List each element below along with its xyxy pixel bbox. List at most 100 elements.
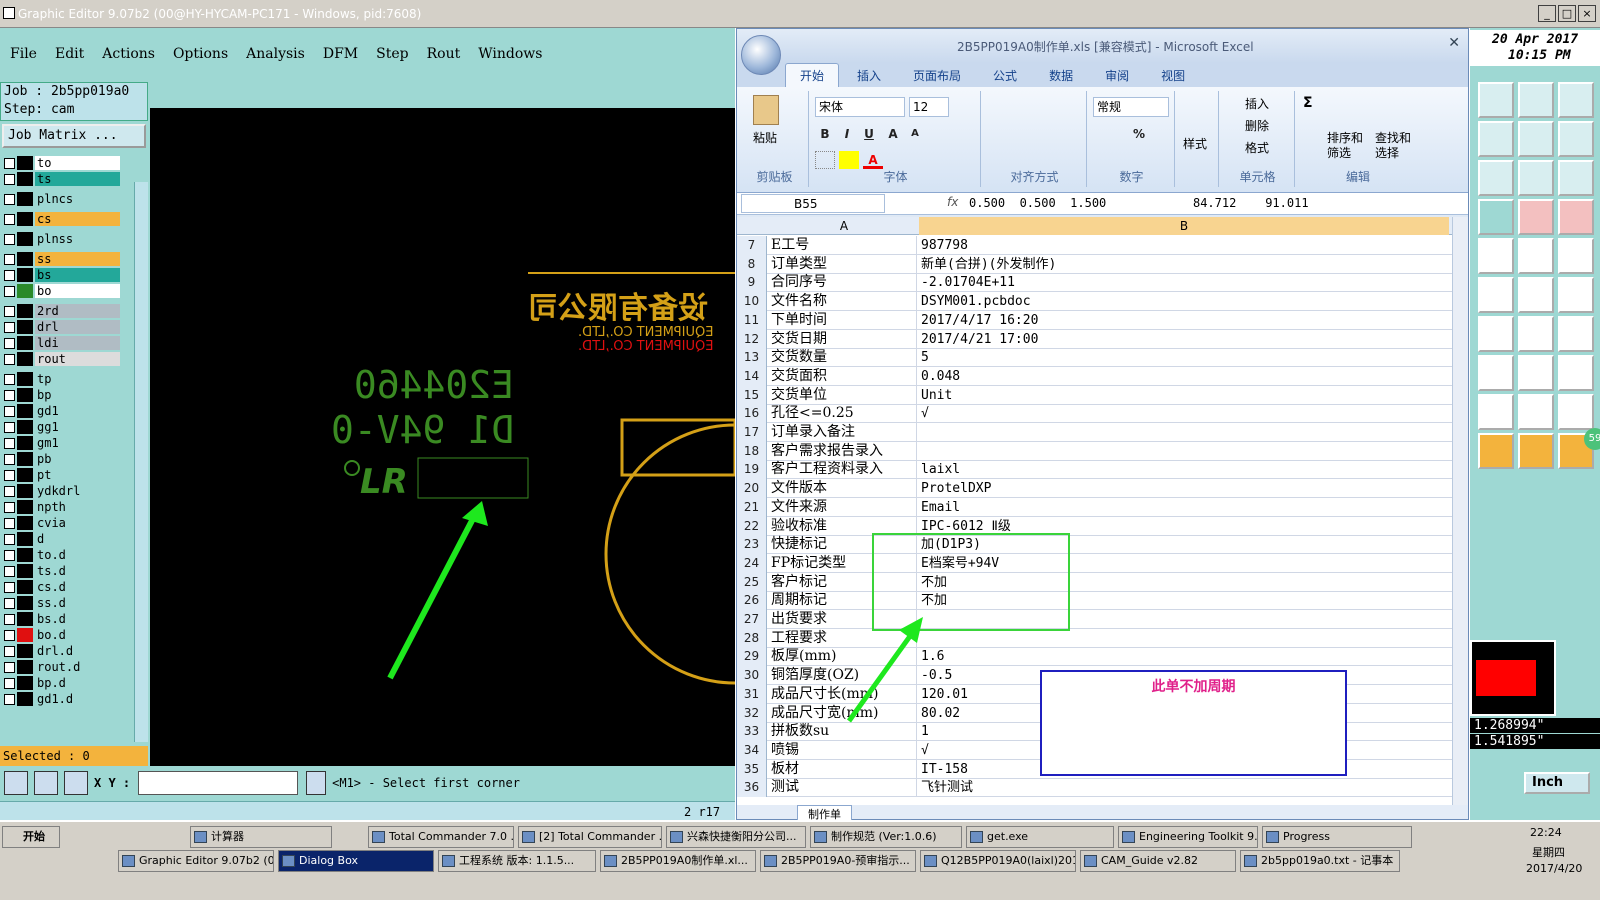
font-size-select[interactable]: 12	[909, 97, 949, 117]
cell-a[interactable]: 合同序号	[769, 273, 917, 293]
layer-checkbox[interactable]	[4, 285, 15, 297]
column-b-header[interactable]: B	[919, 217, 1449, 235]
job-matrix-button[interactable]: Job Matrix ...	[2, 124, 146, 148]
tool-button-2[interactable]	[1518, 82, 1554, 118]
tool-button-23[interactable]	[1518, 355, 1554, 391]
tool-button-27[interactable]	[1558, 394, 1594, 430]
layer-row-rout[interactable]: rout	[4, 352, 120, 366]
cell-b[interactable]: Unit	[919, 386, 1449, 405]
ribbon-tab[interactable]: 公式	[979, 64, 1031, 87]
cell-a[interactable]: 下单时间	[769, 310, 917, 330]
layer-checkbox[interactable]	[4, 485, 15, 497]
menu-rout[interactable]: Rout	[427, 46, 461, 62]
cell-b[interactable]	[919, 423, 1449, 442]
cell-a[interactable]: 文件名称	[769, 292, 917, 312]
row-number[interactable]: 34	[737, 740, 767, 760]
layer-name[interactable]: drl	[35, 320, 120, 334]
layer-name[interactable]: to.d	[35, 548, 120, 562]
cell-b[interactable]: ProtelDXP	[919, 479, 1449, 498]
cell-b[interactable]: laixl	[919, 460, 1449, 479]
format-button[interactable]: 格式	[1245, 139, 1269, 156]
cell-a[interactable]: 测试	[769, 778, 917, 798]
row-number[interactable]: 23	[737, 535, 767, 555]
notification-badge[interactable]: 59	[1584, 428, 1600, 450]
sum-icon[interactable]: Σ	[1303, 95, 1313, 111]
formula-content[interactable]: 0.500 0.500 1.500 84.712 91.011	[969, 196, 1309, 210]
taskbar-item[interactable]: Engineering Toolkit 9....	[1118, 826, 1258, 848]
layer-checkbox[interactable]	[4, 613, 15, 625]
cell-a[interactable]: 喷锡	[769, 740, 917, 760]
layer-name[interactable]: plncs	[35, 192, 120, 206]
layer-name[interactable]: ts.d	[35, 564, 120, 578]
taskbar-item[interactable]: 兴森快捷衡阳分公司...	[666, 826, 806, 848]
layer-checkbox[interactable]	[4, 405, 15, 417]
tool-button-25[interactable]	[1478, 394, 1514, 430]
layer-row-to.d[interactable]: to.d	[4, 548, 120, 562]
tool-button-26[interactable]	[1518, 394, 1554, 430]
taskbar-item[interactable]: Dialog Box	[278, 850, 434, 872]
cell-a[interactable]: 交货数量	[769, 348, 917, 368]
fill-color-button[interactable]	[839, 151, 859, 169]
layer-row-ts[interactable]: ts	[4, 172, 120, 186]
xy-input[interactable]	[138, 771, 299, 795]
minimize-button[interactable]: _	[1538, 5, 1556, 22]
taskbar-item[interactable]: [2] Total Commander ...	[518, 826, 662, 848]
layer-name[interactable]: bo	[35, 284, 120, 298]
layer-row-bo.d[interactable]: bo.d	[4, 628, 120, 642]
cell-a[interactable]: 工程要求	[769, 628, 917, 648]
cell-b[interactable]: 0.048	[919, 367, 1449, 386]
tray-clock[interactable]: 22:24	[1530, 826, 1562, 839]
row-number[interactable]: 16	[737, 404, 767, 424]
layer-checkbox[interactable]	[4, 645, 15, 657]
layer-row-plncs[interactable]: plncs	[4, 192, 120, 206]
row-number[interactable]: 24	[737, 553, 767, 573]
row-number[interactable]: 17	[737, 423, 767, 442]
layer-row-gd1[interactable]: gd1	[4, 404, 120, 418]
tool-button-13[interactable]	[1478, 238, 1514, 274]
tool-button-18[interactable]	[1558, 277, 1594, 313]
layer-checkbox[interactable]	[4, 565, 15, 577]
layer-checkbox[interactable]	[4, 549, 15, 561]
row-number[interactable]: 13	[737, 348, 767, 368]
taskbar-item[interactable]: 2B5PP019A0-预审指示...	[760, 850, 916, 872]
cell-a[interactable]: 交货单位	[769, 385, 917, 405]
layer-checkbox[interactable]	[4, 321, 15, 333]
menu-edit[interactable]: Edit	[55, 46, 84, 62]
tool-button-1[interactable]	[1478, 82, 1514, 118]
sort-button[interactable]: 排序和筛选	[1327, 131, 1367, 161]
layer-row-d[interactable]: d	[4, 532, 120, 546]
row-number[interactable]: 32	[737, 703, 767, 723]
layer-name[interactable]: npth	[35, 500, 120, 514]
layer-name[interactable]: gd1	[35, 404, 120, 418]
number-format-select[interactable]: 常规	[1093, 97, 1169, 117]
column-a-header[interactable]: A	[769, 217, 919, 235]
paste-button[interactable]: 粘贴	[753, 129, 777, 146]
cell-a[interactable]: 订单录入备注	[769, 423, 917, 442]
tool-button-14[interactable]	[1518, 238, 1554, 274]
tool-button-8[interactable]	[1518, 160, 1554, 196]
paste-icon[interactable]	[753, 95, 779, 125]
row-number[interactable]: 31	[737, 684, 767, 704]
cell-a[interactable]: 文件版本	[769, 479, 917, 499]
layer-checkbox[interactable]	[4, 389, 15, 401]
tool-button-9[interactable]	[1558, 160, 1594, 196]
tool-button-16[interactable]	[1478, 277, 1514, 313]
cell-a[interactable]: 交货日期	[769, 329, 917, 349]
menu-options[interactable]: Options	[173, 46, 228, 62]
layer-name[interactable]: 2rd	[35, 304, 120, 318]
layer-name[interactable]: plnss	[35, 232, 120, 246]
name-box[interactable]: B55	[741, 194, 885, 213]
tool-icon-3[interactable]	[64, 771, 88, 795]
layer-row-bs.d[interactable]: bs.d	[4, 612, 120, 626]
row-number[interactable]: 29	[737, 647, 767, 667]
layer-name[interactable]: bp	[35, 388, 120, 402]
layer-checkbox[interactable]	[4, 253, 15, 265]
spreadsheet-grid[interactable]: A B 7 E工号 987798 8 订单类型 新单(合拼)(外发制作) 9 合同序号 -2.0…	[737, 217, 1452, 805]
layer-row-drl[interactable]: drl	[4, 320, 120, 334]
tool-button-12[interactable]	[1558, 199, 1594, 235]
cell-a[interactable]: 交货面积	[769, 366, 917, 386]
layer-row-2rd[interactable]: 2rd	[4, 304, 120, 318]
cell-a[interactable]: 板材	[769, 759, 917, 779]
row-number[interactable]: 25	[737, 572, 767, 592]
tool-button-24[interactable]	[1558, 355, 1594, 391]
